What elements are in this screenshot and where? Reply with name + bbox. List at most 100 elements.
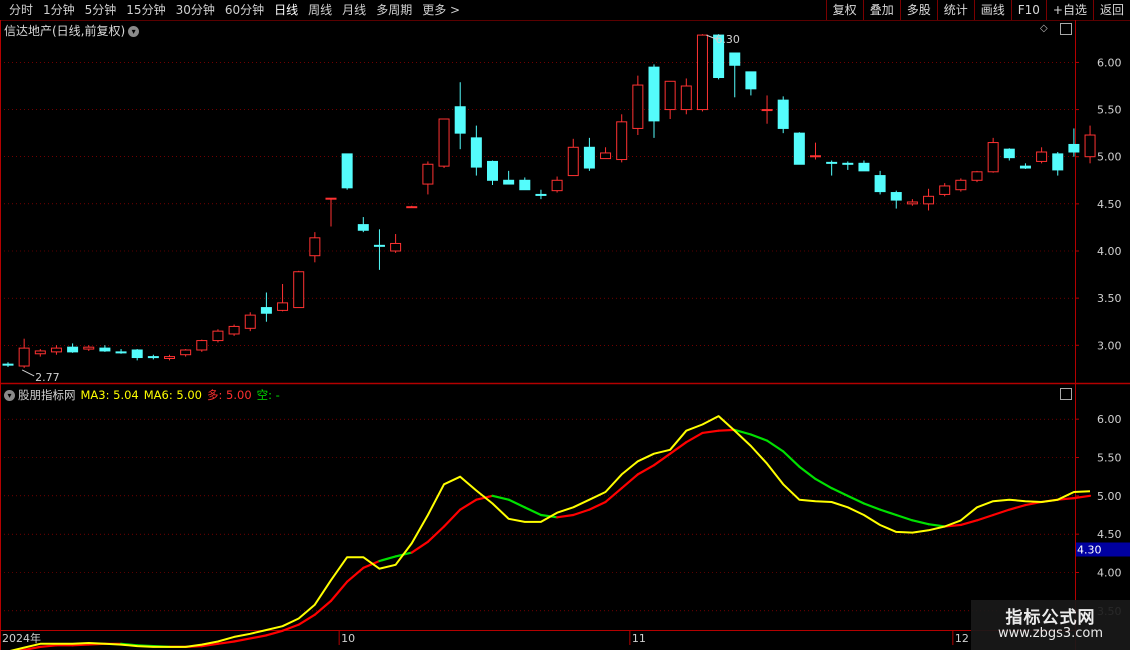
candle-body: [244, 314, 256, 329]
candle-body: [680, 85, 692, 111]
candle-body: [406, 206, 418, 209]
candle-body: [616, 121, 628, 161]
ma6-segment: [572, 508, 591, 517]
chevron-down-icon[interactable]: ▾: [4, 390, 15, 401]
ma3-line: [9, 415, 1091, 650]
toolbar-button-1[interactable]: 叠加: [862, 0, 900, 20]
toolbar-button-4[interactable]: 画线: [973, 0, 1011, 20]
ma6-segment: [265, 629, 284, 637]
candle: [50, 345, 62, 355]
duo-readout: 多: 5.00: [207, 388, 252, 402]
candle: [1019, 163, 1031, 169]
ma6-segment: [346, 566, 365, 583]
tab-period-0[interactable]: 分时: [4, 2, 38, 18]
tab-period-9[interactable]: 多周期: [371, 2, 417, 18]
ma6-segment: [523, 506, 543, 517]
candle: [260, 292, 272, 322]
tab-period-7[interactable]: 周线: [303, 2, 337, 18]
tab-period-8[interactable]: 月线: [337, 2, 371, 18]
candle: [906, 199, 918, 206]
toolbar-button-6[interactable]: +自选: [1045, 0, 1093, 20]
toolbar-button-0[interactable]: 复权: [825, 0, 863, 20]
tab-period-1[interactable]: 1分钟: [38, 2, 80, 18]
candle-body: [293, 271, 305, 309]
ma6-segment: [71, 643, 90, 647]
candle-body: [696, 34, 708, 111]
candle-body: [67, 346, 79, 353]
candle: [793, 132, 805, 165]
candle: [632, 75, 644, 136]
candle-body: [228, 325, 240, 335]
tab-period-4[interactable]: 30分钟: [171, 2, 220, 18]
pane-maximize-icon[interactable]: [1060, 388, 1072, 400]
candle-body: [390, 242, 402, 252]
indicator-tick-label: 5.50: [1097, 452, 1122, 465]
toolbar: 分时 1分钟 5分钟 15分钟 30分钟 60分钟 日线 周线 月线 多周期 更多 > 复权 叠加 多股…: [0, 0, 1130, 21]
tab-period-3[interactable]: 15分钟: [121, 2, 170, 18]
candle: [810, 142, 821, 160]
low-price-label: 2.77: [35, 371, 60, 384]
toolbar-button-2[interactable]: 多股: [899, 0, 937, 20]
chevron-down-icon[interactable]: ▾: [128, 26, 140, 37]
chart-canvas[interactable]: 3.003.504.004.505.005.506.003.504.004.50…: [0, 0, 1130, 650]
tab-period-10[interactable]: 更多 >: [417, 2, 465, 18]
candle: [438, 118, 450, 169]
ma6-segment: [862, 502, 882, 511]
ma6-segment: [329, 580, 349, 602]
candle: [761, 95, 773, 124]
tab-period-2[interactable]: 5分钟: [80, 2, 122, 18]
candle-body: [826, 161, 838, 164]
ma6-segment: [943, 523, 962, 528]
ma6-segment: [878, 508, 898, 517]
candle: [422, 161, 434, 195]
ma6-segment: [539, 513, 559, 519]
ma6-segment: [507, 498, 526, 509]
candle: [454, 82, 466, 150]
stock-title[interactable]: 信达地产(日线,前复权) ▾: [4, 22, 140, 39]
ma6-segment: [475, 494, 494, 501]
ma6-segment: [249, 634, 268, 640]
tab-period-6[interactable]: 日线: [269, 2, 303, 18]
candle: [664, 80, 676, 119]
candle: [83, 345, 95, 351]
indicator-tick-label: 6.00: [1097, 413, 1122, 426]
candle-body: [1003, 148, 1015, 159]
ma6-segment: [782, 450, 801, 468]
price-tick-label: 4.00: [1097, 245, 1122, 258]
candle: [535, 189, 547, 200]
candle-body: [1036, 151, 1048, 162]
ma6-segment: [39, 644, 58, 648]
candle: [1036, 147, 1048, 164]
ma6-segment: [733, 428, 753, 436]
high-price-label: 6.30: [715, 33, 740, 46]
candle: [858, 160, 870, 172]
candle: [293, 270, 305, 309]
ma6-segment: [442, 508, 462, 528]
price-tick-label: 3.50: [1097, 292, 1122, 305]
candle-body: [438, 118, 450, 167]
candle: [1052, 152, 1064, 176]
candle: [503, 170, 515, 185]
candle-body: [341, 153, 353, 189]
candle: [923, 188, 935, 211]
toolbar-button-3[interactable]: 统计: [936, 0, 974, 20]
diamond-icon[interactable]: ◇: [1040, 23, 1048, 34]
indicator-name: 股朋指标网: [18, 388, 76, 402]
toolbar-button-7[interactable]: 返回: [1092, 0, 1130, 20]
indicator-tick-label: 4.00: [1097, 567, 1122, 580]
toolbar-button-5[interactable]: F10: [1010, 0, 1046, 20]
candle: [34, 349, 46, 357]
candle-body: [325, 197, 337, 200]
candle: [18, 338, 30, 368]
candle: [955, 178, 967, 192]
candle: [1084, 125, 1096, 164]
tab-period-5[interactable]: 60分钟: [220, 2, 269, 18]
ma6-segment: [717, 428, 736, 432]
ma6-segment: [701, 429, 720, 435]
candle: [341, 153, 353, 190]
pane-maximize-icon[interactable]: [1060, 23, 1072, 35]
ma6-segment: [588, 500, 607, 511]
candle: [212, 329, 224, 343]
candle-body: [2, 363, 14, 366]
candle-body: [713, 34, 725, 79]
